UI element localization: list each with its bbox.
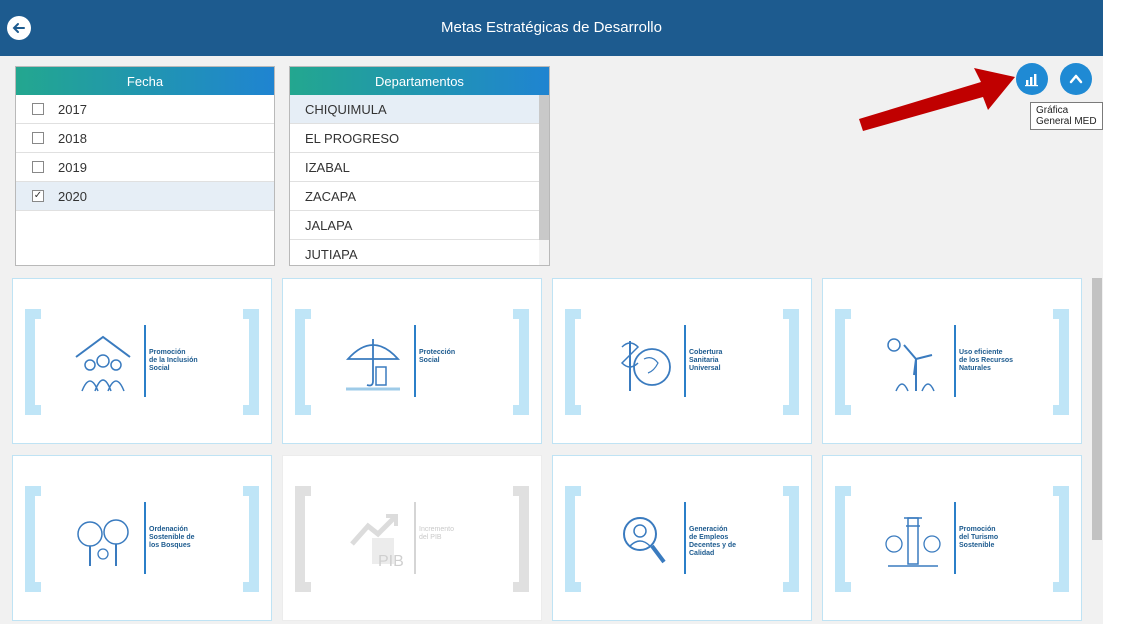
wind-turbine-icon	[887, 338, 935, 392]
tooltip: Gráfica General MED	[1030, 102, 1103, 130]
fecha-list: 2017 2018 2019 ✓ 2020	[16, 95, 274, 211]
departamento-item[interactable]: IZABAL	[290, 153, 549, 182]
bracket-right	[1053, 309, 1069, 415]
divider	[414, 502, 416, 574]
tile-label: Cobertura Sanitaria Universal	[689, 349, 723, 372]
bracket-right	[243, 309, 259, 415]
bracket-left	[25, 309, 41, 415]
bracket-right	[1053, 486, 1069, 592]
tile-ordenacion-bosques[interactable]: Ordenación Sostenible de los Bosques	[12, 455, 272, 621]
tile-label: Incremento del PIB	[419, 526, 455, 541]
departamento-item[interactable]: JALAPA	[290, 211, 549, 240]
departamento-item-selected[interactable]: CHIQUIMULA	[290, 95, 549, 124]
bracket-left	[25, 486, 41, 592]
red-arrow-annotation	[859, 68, 1015, 131]
app-window: Metas Estratégicas de Desarrollo Fecha 2…	[0, 0, 1103, 624]
departamentos-panel: Departamentos CHIQUIMULA EL PROGRESO IZA…	[289, 66, 550, 266]
tile-label: Generación de Empleos Decentes y de Cali…	[689, 526, 737, 557]
collapse-button[interactable]	[1060, 63, 1092, 95]
divider	[144, 325, 146, 397]
worker-magnifier-icon	[623, 517, 666, 564]
bracket-right	[783, 309, 799, 415]
page-title: Metas Estratégicas de Desarrollo	[441, 19, 662, 36]
divider	[684, 502, 686, 574]
page-scrollbar-thumb[interactable]	[1092, 278, 1102, 540]
tile-label: Promoción del Turismo Sostenible	[959, 526, 999, 549]
fecha-panel: Fecha 2017 2018 2019 ✓ 2020	[15, 66, 275, 266]
bracket-right	[513, 309, 529, 415]
monument-icon	[885, 517, 941, 567]
fecha-header: Fecha	[16, 67, 274, 95]
bracket-left	[835, 309, 851, 415]
divider	[954, 502, 956, 574]
bracket-right	[513, 486, 529, 592]
departamento-item[interactable]: JUTIAPA	[290, 240, 549, 265]
fecha-item[interactable]: 2019	[16, 153, 274, 182]
tile-inclusion-social[interactable]: Promoción de la Inclusión Social	[12, 278, 272, 444]
fecha-item[interactable]: 2018	[16, 124, 274, 153]
bracket-left	[565, 309, 581, 415]
checkbox[interactable]	[32, 161, 44, 173]
divider	[144, 502, 146, 574]
tile-label: Promoción de la Inclusión Social	[149, 349, 198, 372]
list-scrollbar[interactable]	[539, 95, 549, 265]
checkbox[interactable]	[32, 132, 44, 144]
tile-recursos-naturales[interactable]: Uso eficiente de los Recursos Naturales	[822, 278, 1082, 444]
tile-turismo-sostenible[interactable]: Promoción del Turismo Sostenible	[822, 455, 1082, 621]
trees-icon	[77, 519, 129, 566]
bar-chart-icon	[1025, 74, 1038, 87]
svg-text:PIB: PIB	[378, 553, 404, 570]
chart-button[interactable]	[1016, 63, 1048, 95]
fecha-item[interactable]: 2017	[16, 95, 274, 124]
fecha-label: 2019	[58, 159, 87, 175]
tile-label: Protección Social	[419, 349, 456, 364]
tile-proteccion-social[interactable]: Protección Social	[282, 278, 542, 444]
tile-label: Ordenación Sostenible de los Bosques	[149, 526, 195, 549]
bracket-left	[835, 486, 851, 592]
bracket-left	[565, 486, 581, 592]
bracket-left	[295, 486, 311, 592]
divider	[414, 325, 416, 397]
bracket-right	[243, 486, 259, 592]
top-bar: Metas Estratégicas de Desarrollo	[0, 0, 1103, 56]
tile-cobertura-sanitaria[interactable]: Cobertura Sanitaria Universal	[552, 278, 812, 444]
pib-chart-icon: PIB	[350, 514, 404, 570]
checkbox-checked[interactable]: ✓	[32, 190, 44, 202]
fecha-label: 2020	[58, 188, 87, 204]
bracket-right	[783, 486, 799, 592]
checkbox[interactable]	[32, 103, 44, 115]
tile-generacion-empleos[interactable]: Generación de Empleos Decentes y de Cali…	[552, 455, 812, 621]
chevron-up-icon	[1069, 74, 1083, 84]
scrollbar-thumb[interactable]	[539, 95, 549, 240]
tile-label: Uso eficiente de los Recursos Naturales	[959, 349, 1014, 372]
bracket-left	[295, 309, 311, 415]
people-house-icon	[75, 335, 131, 392]
divider	[954, 325, 956, 397]
departamento-item[interactable]: ZACAPA	[290, 182, 549, 211]
divider	[684, 325, 686, 397]
departamentos-list: CHIQUIMULA EL PROGRESO IZABAL ZACAPA JAL…	[290, 95, 549, 265]
tile-incremento-pib: PIB Incremento del PIB	[282, 455, 542, 621]
departamentos-header: Departamentos	[290, 67, 549, 95]
fecha-label: 2018	[58, 130, 87, 146]
departamento-item[interactable]: EL PROGRESO	[290, 124, 549, 153]
umbrella-icon	[345, 339, 401, 391]
fecha-item-selected[interactable]: ✓ 2020	[16, 182, 274, 211]
caduceus-globe-icon	[620, 341, 671, 391]
fecha-label: 2017	[58, 101, 87, 117]
